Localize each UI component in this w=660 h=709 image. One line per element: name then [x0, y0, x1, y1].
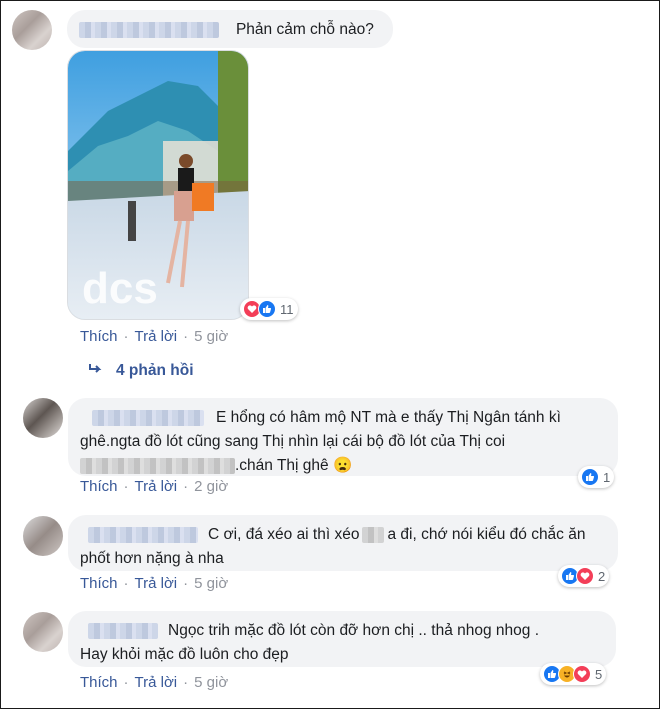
- comment-bubble: Ngọc trih mặc đồ lót còn đỡ hơn chị .. t…: [68, 611, 616, 667]
- comment-bubble: C ơi, đá xéo ai thì xéo a đi, chớ nói kiể…: [68, 515, 618, 571]
- like-link[interactable]: Thích: [80, 674, 118, 691]
- reaction-count: 2: [598, 568, 606, 584]
- comment-line: Ngọc trih mặc đồ lót còn đỡ hơn chị .. t…: [168, 622, 540, 639]
- comment-line: .chán Thị ghê 😦: [235, 457, 353, 474]
- like-reaction-icon: [581, 468, 599, 486]
- photo-illustration: dcs: [68, 51, 248, 319]
- like-link[interactable]: Thích: [80, 328, 118, 345]
- view-replies-link[interactable]: 4 phản hồi: [88, 362, 194, 380]
- timestamp[interactable]: 5 giờ: [194, 674, 228, 691]
- love-reaction-icon: [576, 567, 594, 585]
- separator: ·: [123, 575, 129, 592]
- comment-actions: Thích · Trả lời · 5 giờ: [80, 674, 228, 691]
- comment-line: a đi, chớ nói kiểu đó chắc ăn: [387, 526, 586, 543]
- comment-line: C ơi, đá xéo ai thì xéo: [208, 526, 360, 543]
- comment-photo[interactable]: dcs: [67, 50, 249, 320]
- reaction-count: 5: [595, 666, 603, 682]
- love-reaction-icon: [573, 665, 591, 683]
- redacted-username[interactable]: [79, 21, 219, 38]
- separator: ·: [123, 478, 129, 495]
- redacted-text: [80, 457, 235, 474]
- avatar[interactable]: [23, 612, 63, 652]
- separator: ·: [183, 575, 189, 592]
- separator: ·: [183, 478, 189, 495]
- avatar[interactable]: [23, 516, 63, 556]
- reaction-summary[interactable]: 5: [540, 663, 607, 685]
- comment-actions: Thích · Trả lời · 5 giờ: [80, 328, 228, 345]
- comment-line: Hay khỏi mặc đồ luôn cho đẹp: [80, 646, 289, 663]
- reaction-summary[interactable]: 2: [558, 565, 610, 587]
- reply-link[interactable]: Trả lời: [135, 328, 178, 345]
- reply-arrow-icon: [88, 362, 106, 380]
- timestamp[interactable]: 2 giờ: [194, 478, 228, 495]
- separator: ·: [123, 674, 129, 691]
- like-link[interactable]: Thích: [80, 575, 118, 592]
- like-reaction-icon: [258, 300, 276, 318]
- comment-line: phốt hơn nặng à nha: [80, 550, 224, 567]
- separator: ·: [123, 328, 129, 345]
- svg-text:dcs: dcs: [82, 264, 158, 313]
- comment-actions: Thích · Trả lời · 2 giờ: [80, 478, 228, 495]
- redacted-username[interactable]: [88, 526, 198, 543]
- timestamp[interactable]: 5 giờ: [194, 575, 228, 592]
- reply-link[interactable]: Trả lời: [135, 478, 178, 495]
- reaction-summary[interactable]: 1: [578, 466, 615, 488]
- comment-bubble: Phản cảm chỗ nào?: [67, 10, 393, 48]
- view-replies-label: 4 phản hồi: [116, 362, 194, 379]
- reply-link[interactable]: Trả lời: [135, 575, 178, 592]
- comment-text: Phản cảm chỗ nào?: [235, 21, 374, 38]
- reaction-count: 11: [280, 301, 294, 317]
- avatar[interactable]: [12, 10, 52, 50]
- timestamp[interactable]: 5 giờ: [194, 328, 228, 345]
- separator: ·: [183, 328, 189, 345]
- redacted-text: [362, 526, 385, 543]
- redacted-username[interactable]: [92, 409, 204, 426]
- reply-link[interactable]: Trả lời: [135, 674, 178, 691]
- comment-actions: Thích · Trả lời · 5 giờ: [80, 575, 228, 592]
- separator: ·: [183, 674, 189, 691]
- comment-bubble: E hổng có hâm mộ NT mà e thấy Thị Ngân t…: [68, 398, 618, 476]
- reaction-count: 1: [603, 469, 611, 485]
- reaction-summary[interactable]: 11: [240, 298, 298, 320]
- like-link[interactable]: Thích: [80, 478, 118, 495]
- comment-line: E hổng có hâm mộ NT mà e thấy Thị Ngân t…: [216, 409, 561, 426]
- comment-line: ghê.ngta đồ lót cũng sang Thị nhìn lại c…: [80, 433, 506, 450]
- avatar[interactable]: [23, 398, 63, 438]
- redacted-username[interactable]: [88, 622, 158, 639]
